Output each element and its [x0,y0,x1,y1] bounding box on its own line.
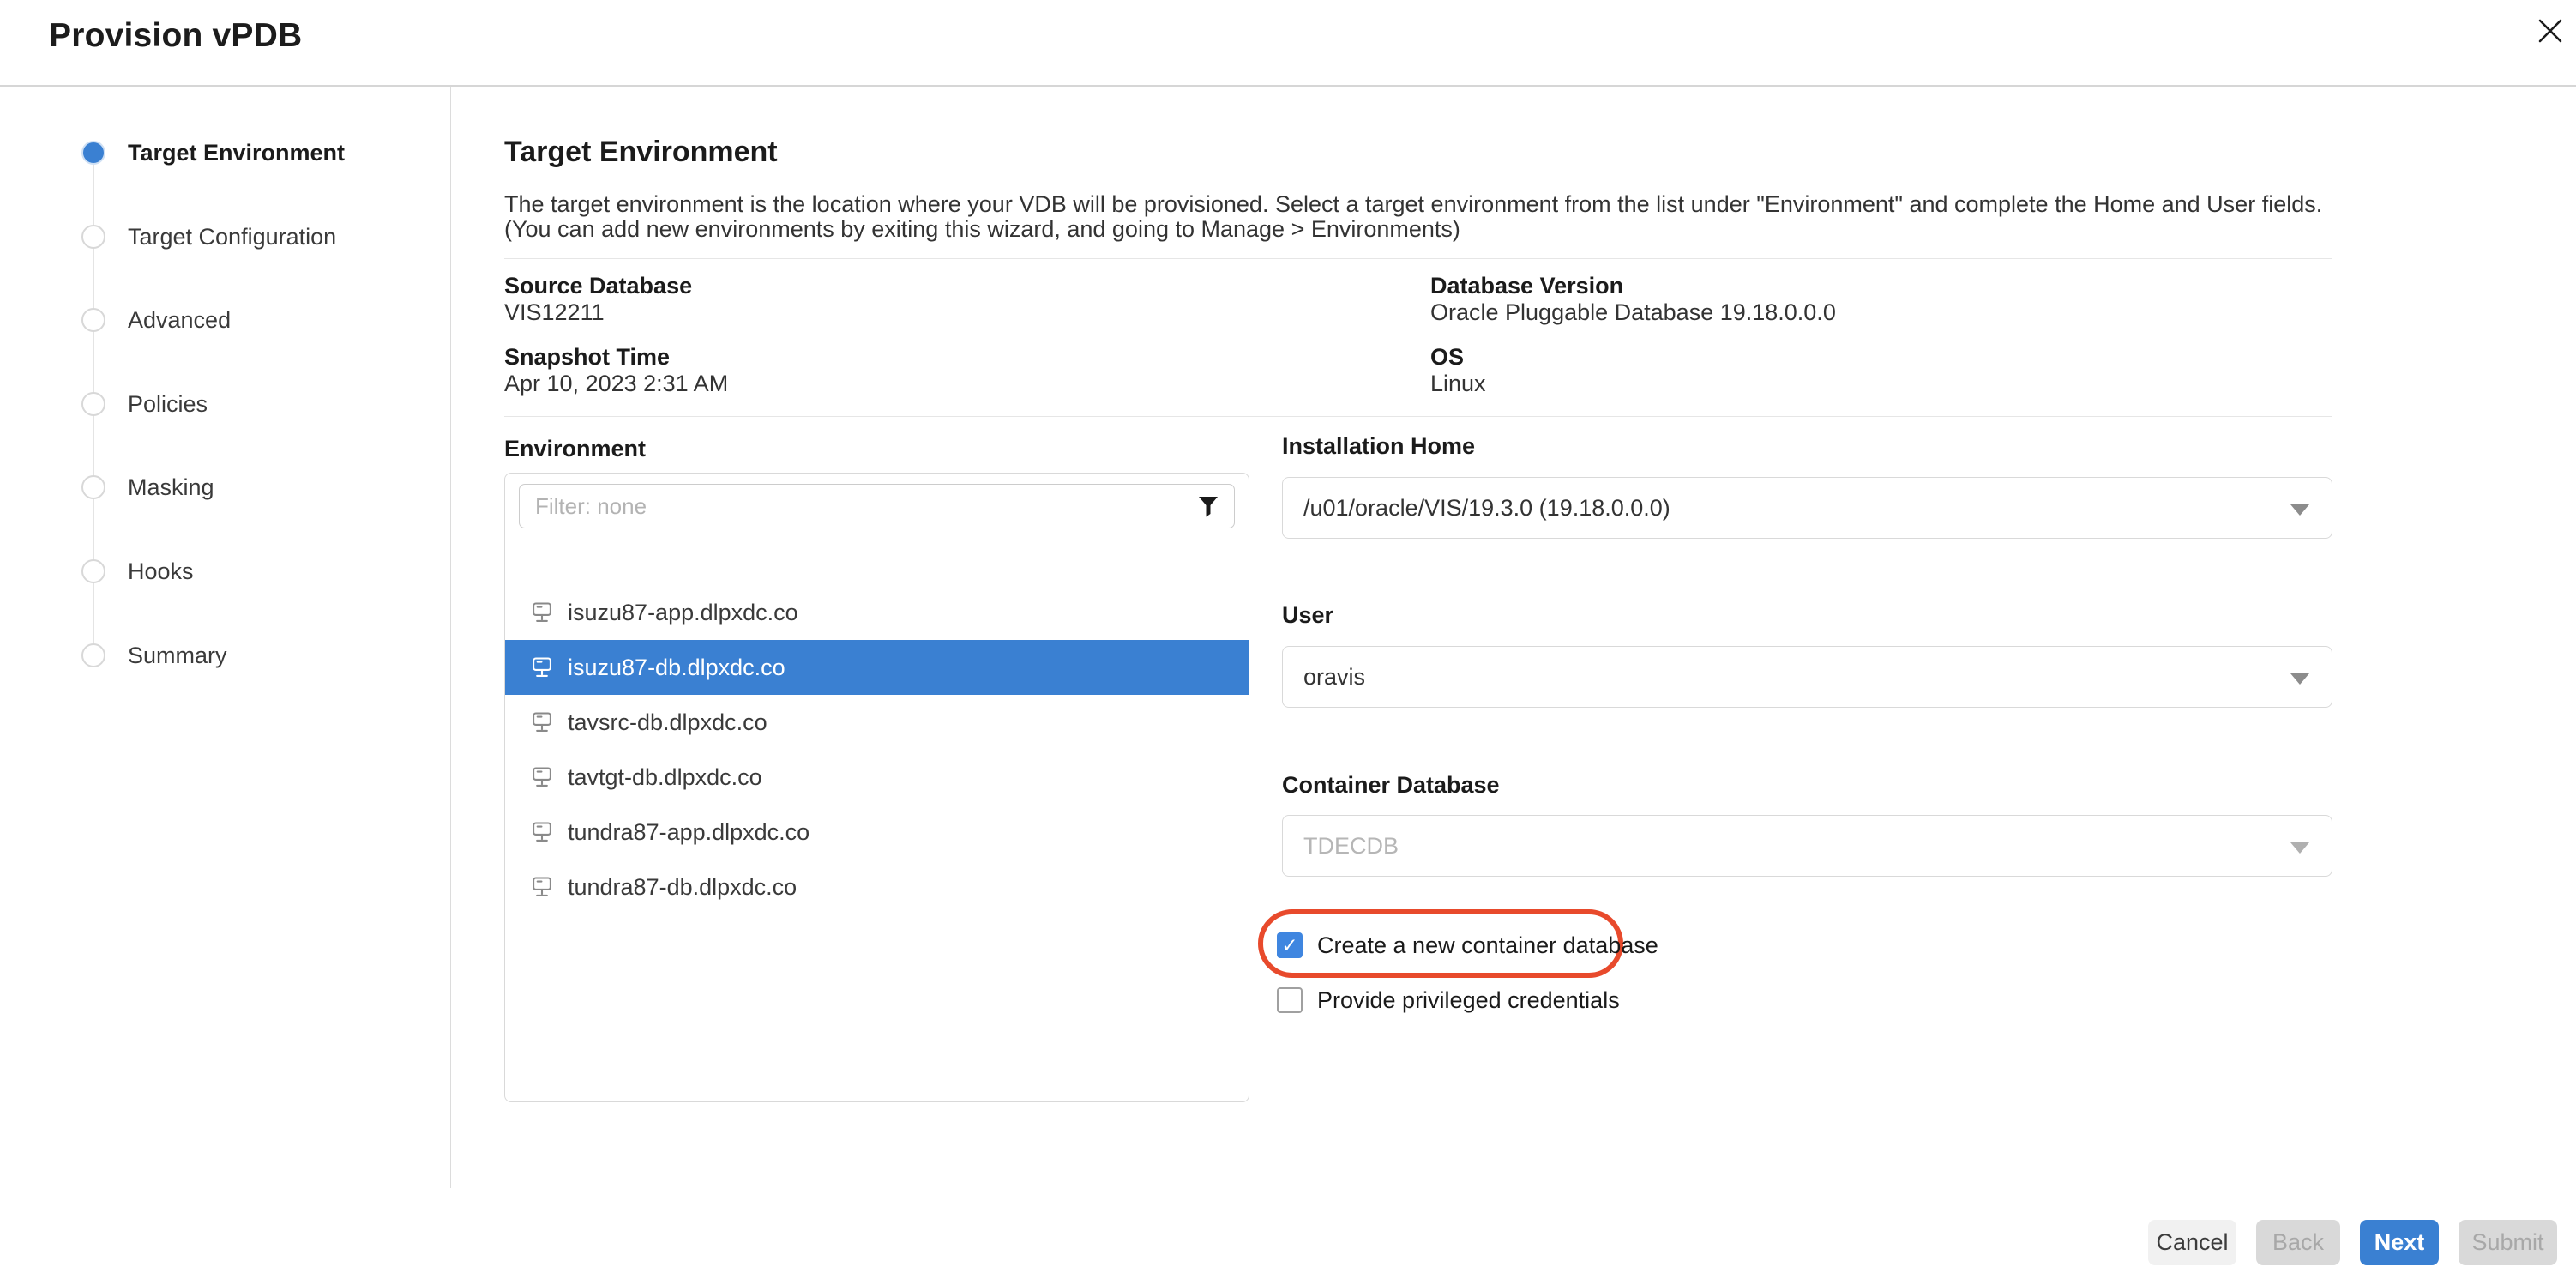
step-label: Target Environment [128,141,345,165]
step-hooks[interactable]: Hooks [0,559,450,583]
checkbox-checked-icon[interactable]: ✓ [1277,932,1303,958]
host-icon [530,765,554,789]
user-dropdown[interactable]: oravis [1282,646,2332,708]
sidebar-divider [450,87,451,1188]
step-label: Hooks [128,559,194,583]
environment-name: tavsrc-db.dlpxdc.co [568,709,767,736]
create-new-cdb-checkbox-row[interactable]: ✓ Create a new container database [1277,923,1658,968]
step-target-configuration[interactable]: Target Configuration [0,225,450,249]
next-button[interactable]: Next [2360,1220,2439,1265]
close-button[interactable] [2528,10,2573,55]
host-icon [530,710,554,734]
step-label: Advanced [128,308,231,332]
installation-home-label: Installation Home [1282,433,1475,460]
step-dot-active [81,141,105,165]
environment-name: isuzu87-app.dlpxdc.co [568,600,798,626]
user-label: User [1282,602,1333,629]
container-database-value: TDECDB [1303,833,1399,859]
cancel-button[interactable]: Cancel [2148,1220,2236,1265]
privileged-credentials-label: Provide privileged credentials [1317,987,1620,1014]
snapshot-time-value: Apr 10, 2023 2:31 AM [504,371,728,397]
step-dot [81,392,105,416]
privileged-credentials-checkbox-row[interactable]: Provide privileged credentials [1277,978,1620,1023]
database-version-value: Oracle Pluggable Database 19.18.0.0.0 [1430,299,1836,326]
divider [504,258,2332,259]
step-dot [81,643,105,667]
environment-name: tavtgt-db.dlpxdc.co [568,764,762,791]
list-item-environment[interactable]: isuzu87-app.dlpxdc.co [505,585,1249,640]
create-new-cdb-label: Create a new container database [1317,932,1658,959]
chevron-down-icon [2290,842,2309,854]
close-icon [2533,14,2567,52]
back-button[interactable]: Back [2256,1220,2340,1265]
submit-button[interactable]: Submit [2459,1220,2557,1265]
environment-list: isuzu87-app.dlpxdc.co isuzu87-db.dlpxdc.… [505,585,1249,914]
list-item-environment-selected[interactable]: isuzu87-db.dlpxdc.co [505,640,1249,695]
chevron-down-icon [2290,673,2309,685]
container-database-dropdown: TDECDB [1282,815,2332,877]
step-summary[interactable]: Summary [0,643,450,667]
list-item-environment[interactable]: tundra87-db.dlpxdc.co [505,860,1249,914]
environment-name: tundra87-db.dlpxdc.co [568,874,797,901]
wizard-stepper: Target Environment Target Configuration … [0,87,450,773]
step-target-environment[interactable]: Target Environment [0,141,450,165]
step-masking[interactable]: Masking [0,475,450,499]
dialog-title: Provision vPDB [49,17,302,55]
host-icon [530,875,554,899]
step-label: Target Configuration [128,225,336,249]
list-item-environment[interactable]: tundra87-app.dlpxdc.co [505,805,1249,860]
source-database-value: VIS12211 [504,299,605,326]
database-version-label: Database Version [1430,273,1623,299]
step-dot [81,475,105,499]
host-icon [530,600,554,624]
chevron-down-icon [2290,504,2309,516]
filter-funnel-icon[interactable] [1195,493,1221,523]
source-database-label: Source Database [504,273,692,299]
list-item-environment[interactable]: tavtgt-db.dlpxdc.co [505,750,1249,805]
snapshot-time-label: Snapshot Time [504,344,670,371]
os-value: Linux [1430,371,1486,397]
provision-vpdb-dialog: Provision vPDB Target Environment Target… [0,0,2576,1285]
environment-name: isuzu87-db.dlpxdc.co [568,655,785,681]
host-icon [530,655,554,679]
list-item-environment[interactable]: tavsrc-db.dlpxdc.co [505,695,1249,750]
installation-home-dropdown[interactable]: /u01/oracle/VIS/19.3.0 (19.18.0.0.0) [1282,477,2332,539]
page-title: Target Environment [504,136,778,169]
step-dot [81,225,105,249]
installation-home-value: /u01/oracle/VIS/19.3.0 (19.18.0.0.0) [1303,495,1670,521]
main-content: Target Environment The target environmen… [504,0,2332,1285]
step-label: Policies [128,392,208,416]
check-mark-icon: ✓ [1281,936,1297,956]
container-database-label: Container Database [1282,772,1500,799]
step-label: Summary [128,643,227,667]
section-description: The target environment is the location w… [504,192,2332,242]
divider [504,416,2332,417]
os-label: OS [1430,344,1464,371]
user-value: oravis [1303,664,1365,690]
environment-filter [519,484,1235,528]
host-icon [530,820,554,844]
environment-panel: isuzu87-app.dlpxdc.co isuzu87-db.dlpxdc.… [504,473,1249,1102]
environment-label: Environment [504,436,646,462]
step-label: Masking [128,475,214,499]
step-dot [81,308,105,332]
step-advanced[interactable]: Advanced [0,308,450,332]
environment-name: tundra87-app.dlpxdc.co [568,819,810,846]
checkbox-unchecked-icon[interactable] [1277,987,1303,1013]
step-dot [81,559,105,583]
environment-filter-input[interactable] [519,484,1235,528]
step-policies[interactable]: Policies [0,392,450,416]
dialog-footer: Cancel Back Next Submit [2148,1220,2557,1265]
